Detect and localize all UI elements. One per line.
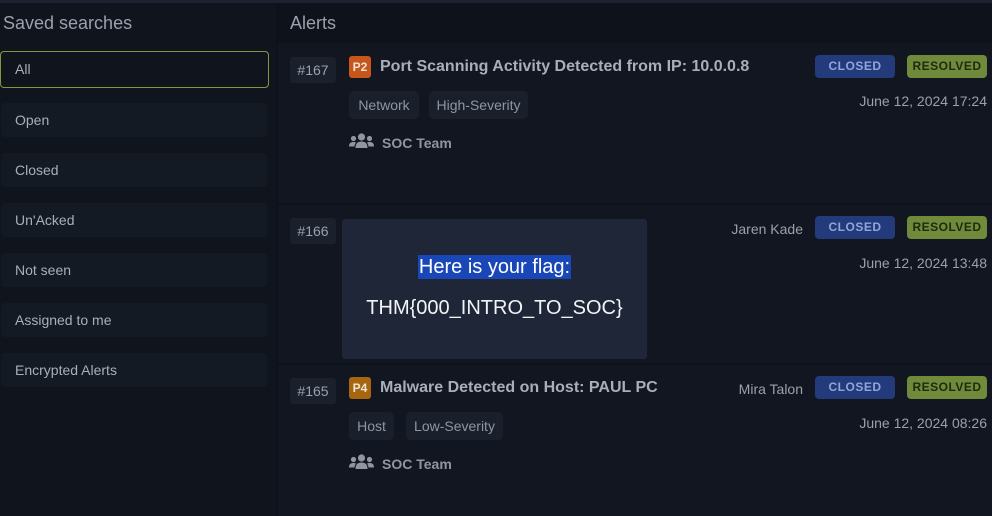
modal-heading: Here is your flag: [417,255,572,279]
alert-card[interactable]: #165 P4 Malware Detected on Host: PAUL P… [278,365,992,516]
sidebar-item-all[interactable]: All [0,51,269,88]
sidebar-item-assigned-to-me[interactable]: Assigned to me [1,303,267,337]
saved-searches-sidebar: Saved searches All Open Closed Un'Acked … [0,3,276,516]
alert-card[interactable]: #167 P2 Port Scanning Activity Detected … [278,43,992,203]
alert-id: #166 [290,218,336,244]
priority-badge: P4 [349,377,371,399]
resolution-badge: RESOLVED [907,55,987,78]
resolution-badge: RESOLVED [907,376,987,399]
team-assignment: SOC Team [349,132,452,154]
page-title: Alerts [290,13,337,33]
tag-chip[interactable]: Low-Severity [406,412,503,440]
alert-date: June 12, 2024 17:24 [859,93,987,109]
sidebar-item-closed[interactable]: Closed [1,153,267,187]
status-badge: CLOSED [815,376,895,399]
alert-id: #165 [290,378,336,404]
alert-title[interactable]: Malware Detected on Host: PAUL PC [380,379,658,397]
alert-id: #167 [290,57,336,83]
team-label: SOC Team [382,456,452,472]
assignee-name: Jaren Kade [731,221,803,237]
sidebar-title: Saved searches [3,13,133,33]
status-badge: CLOSED [815,216,895,239]
tag-chip[interactable]: Host [349,412,394,440]
assignee-name: Mira Talon [738,381,803,397]
sidebar-item-not-seen[interactable]: Not seen [1,253,267,287]
team-assignment: SOC Team [349,453,452,475]
sidebar-item-open[interactable]: Open [1,103,267,137]
alert-date: June 12, 2024 08:26 [859,415,987,431]
team-label: SOC Team [382,135,452,151]
modal-heading-wrap: Here is your flag: [342,255,647,279]
alert-title[interactable]: Port Scanning Activity Detected from IP:… [380,58,749,76]
flag-modal[interactable]: Here is your flag: THM{000_INTRO_TO_SOC} [342,219,647,359]
sidebar-item-unacked[interactable]: Un'Acked [1,203,267,237]
priority-badge: P2 [349,56,371,78]
status-badge: CLOSED [815,55,895,78]
users-icon [349,453,374,475]
tag-chip[interactable]: Network [349,91,419,119]
users-icon [349,132,374,154]
resolution-badge: RESOLVED [907,216,987,239]
sidebar-item-encrypted-alerts[interactable]: Encrypted Alerts [1,353,267,387]
tag-chip[interactable]: High-Severity [429,91,528,119]
alert-date: June 12, 2024 13:48 [859,255,987,271]
flag-text: THM{000_INTRO_TO_SOC} [366,297,623,319]
